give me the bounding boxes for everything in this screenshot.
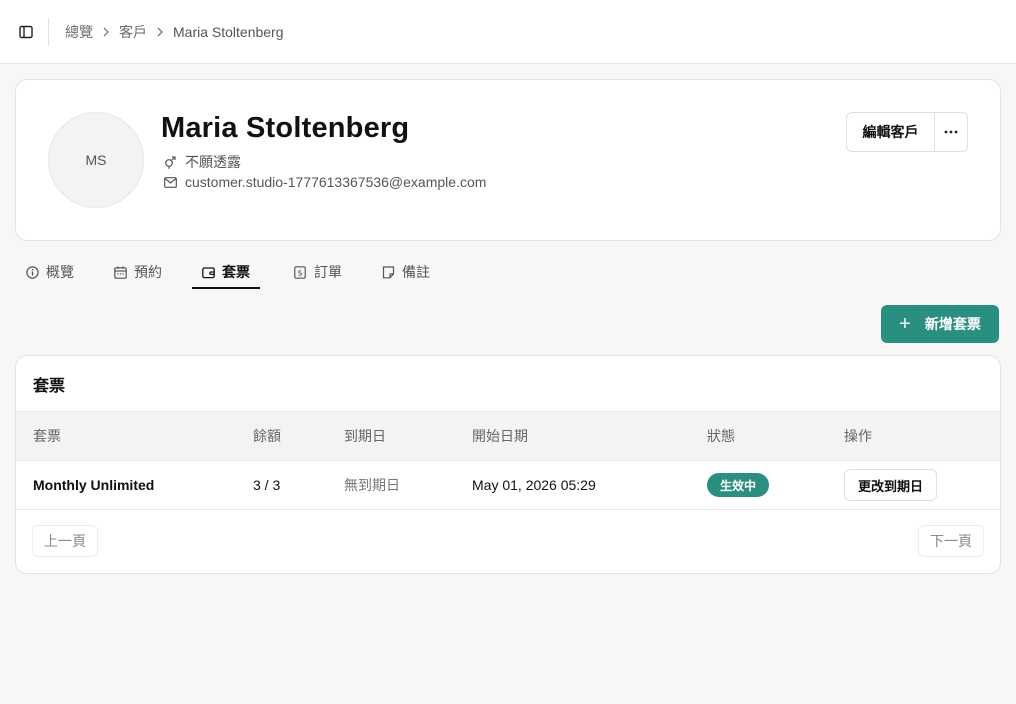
passes-table-title: 套票	[33, 377, 66, 395]
info-icon	[26, 265, 40, 279]
ellipsis-icon	[944, 130, 958, 134]
more-options-button[interactable]	[935, 113, 967, 151]
column-header-pass: 套票	[33, 428, 61, 444]
column-header-balance: 餘額	[253, 428, 281, 444]
receipt-icon: $	[294, 265, 308, 279]
tab-label: 訂單	[314, 264, 342, 280]
status-cell: 生效中	[707, 461, 770, 509]
wallet-icon	[202, 265, 216, 279]
plus-icon: +	[899, 313, 911, 335]
pass-name: Monthly Unlimited	[33, 477, 155, 493]
tab-label: 概覽	[46, 264, 74, 280]
breadcrumb-current: Maria Stoltenberg	[173, 23, 284, 40]
tab-orders[interactable]: $ 訂單	[284, 256, 352, 288]
customer-profile-card: MS Maria Stoltenberg 不願透露 customer.studi…	[15, 79, 1001, 241]
sidebar-toggle-icon[interactable]	[13, 19, 39, 45]
tab-passes[interactable]: 套票	[192, 256, 260, 289]
customer-name: Maria Stoltenberg	[161, 112, 410, 144]
pass-balance: 3 / 3	[253, 477, 281, 493]
tab-notes[interactable]: 備註	[372, 256, 440, 288]
avatar: MS	[48, 112, 144, 208]
tab-appointments[interactable]: 預約	[104, 256, 172, 288]
tab-overview[interactable]: 概覽	[16, 256, 84, 288]
breadcrumb: 總覽 客戶 Maria Stoltenberg	[65, 22, 284, 42]
passes-table-card: 套票 套票 餘額 到期日 開始日期 狀態 操作 Monthly Unlimite…	[15, 355, 1001, 574]
add-pass-label: 新增套票	[924, 316, 981, 332]
top-bar: 總覽 客戶 Maria Stoltenberg	[0, 0, 1016, 64]
status-badge: 生效中	[707, 473, 770, 497]
breadcrumb-overview[interactable]: 總覽	[65, 22, 93, 42]
calendar-icon	[114, 265, 128, 279]
tab-label: 預約	[134, 264, 162, 280]
previous-page-button[interactable]: 上一頁	[32, 525, 98, 557]
table-row: Monthly Unlimited 3 / 3 無到期日 May 01, 202…	[16, 461, 1000, 510]
actions-cell: 更改到期日	[844, 461, 938, 509]
gender-icon	[163, 155, 177, 169]
change-expiry-button[interactable]: 更改到期日	[844, 469, 938, 501]
column-header-start-date: 開始日期	[472, 428, 528, 444]
tab-label: 備註	[402, 264, 430, 280]
pass-expiry: 無到期日	[344, 477, 400, 493]
breadcrumb-customers[interactable]: 客戶	[119, 22, 147, 42]
column-header-expiry: 到期日	[344, 428, 386, 444]
email-value: customer.studio-1777613367536@example.co…	[185, 174, 487, 190]
svg-text:$: $	[297, 268, 302, 277]
topbar-divider	[48, 17, 49, 46]
profile-action-group: 編輯客戶	[846, 112, 968, 152]
customer-tabs: 概覽 預約 套票 $ 訂單 備註	[16, 256, 440, 290]
chevron-right-icon	[102, 27, 110, 37]
tab-label: 套票	[222, 264, 250, 280]
column-header-actions: 操作	[844, 428, 872, 444]
table-header: 套票 餘額 到期日 開始日期 狀態 操作	[16, 411, 1000, 461]
mail-icon	[163, 175, 177, 189]
note-icon	[382, 265, 396, 279]
gender-line: 不願透露	[163, 152, 241, 172]
pass-start-date: May 01, 2026 05:29	[472, 477, 596, 493]
chevron-right-icon	[156, 27, 164, 37]
email-line: customer.studio-1777613367536@example.co…	[163, 174, 486, 190]
add-pass-button[interactable]: + 新增套票	[881, 305, 999, 343]
edit-customer-button[interactable]: 編輯客戶	[847, 113, 935, 151]
next-page-button[interactable]: 下一頁	[918, 525, 984, 557]
column-header-status: 狀態	[707, 428, 735, 444]
gender-value: 不願透露	[185, 154, 241, 170]
